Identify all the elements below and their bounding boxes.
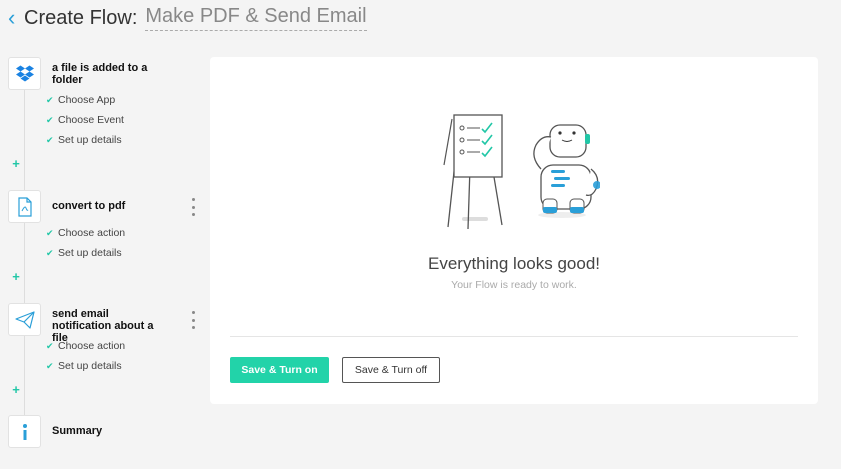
substep-label: Set up details (58, 247, 122, 259)
success-subline: Your Flow is ready to work. (451, 279, 577, 291)
flow-name-field[interactable]: Make PDF & Send Email (145, 5, 367, 31)
step-icon-box[interactable] (8, 303, 41, 336)
step-icon-box[interactable] (8, 415, 41, 448)
check-icon: ✔ (46, 360, 54, 371)
step-title[interactable]: convert to pdf (52, 200, 162, 212)
substep-label: Choose Event (58, 114, 124, 126)
steps-timeline (24, 78, 25, 428)
step-title[interactable]: Summary (52, 425, 162, 437)
substep-set-up-details[interactable]: ✔ Set up details (46, 134, 122, 146)
dropbox-icon (15, 65, 34, 81)
divider (230, 336, 798, 337)
substep-set-up-details[interactable]: ✔ Set up details (46, 360, 122, 372)
substep-choose-event[interactable]: ✔ Choose Event (46, 114, 124, 126)
robot-icon (533, 124, 600, 218)
main-card: Everything looks good! Your Flow is read… (210, 57, 818, 404)
check-icon: ✔ (46, 247, 54, 258)
substep-label: Set up details (58, 134, 122, 146)
check-icon: ✔ (46, 134, 54, 145)
substep-label: Choose action (58, 227, 126, 239)
success-headline: Everything looks good! (428, 254, 600, 273)
back-chevron-icon[interactable]: ‹ (8, 7, 22, 29)
info-icon (22, 423, 27, 440)
page-title: Create Flow: (24, 6, 138, 29)
substep-label: Choose App (58, 94, 116, 106)
step-icon-box[interactable] (8, 57, 41, 90)
add-step-plus-icon[interactable]: + (11, 383, 21, 396)
robot-checklist-illustration (443, 114, 600, 230)
step-title[interactable]: a file is added to a folder (52, 62, 162, 86)
step-menu-kebab-icon[interactable] (189, 311, 197, 329)
step-title[interactable]: send email notification about a file (52, 308, 162, 344)
substep-label: Set up details (58, 360, 122, 372)
flipchart-icon (443, 114, 503, 230)
substep-label: Choose action (58, 340, 126, 352)
check-icon: ✔ (46, 114, 54, 125)
save-turn-off-button[interactable]: Save & Turn off (342, 357, 440, 383)
header: ‹ Create Flow: Make PDF & Send Email (8, 4, 367, 32)
substep-choose-action[interactable]: ✔ Choose action (46, 340, 125, 352)
check-icon: ✔ (46, 227, 54, 238)
check-icon: ✔ (46, 340, 54, 351)
step-menu-kebab-icon[interactable] (189, 198, 197, 216)
substep-set-up-details[interactable]: ✔ Set up details (46, 247, 122, 259)
substep-choose-action[interactable]: ✔ Choose action (46, 227, 125, 239)
step-icon-box[interactable] (8, 190, 41, 223)
save-turn-on-button[interactable]: Save & Turn on (230, 357, 329, 383)
pdf-file-icon (17, 196, 32, 217)
paper-plane-icon (14, 310, 35, 329)
add-step-plus-icon[interactable]: + (11, 157, 21, 170)
add-step-plus-icon[interactable]: + (11, 270, 21, 283)
substep-choose-app[interactable]: ✔ Choose App (46, 94, 115, 106)
check-icon: ✔ (46, 94, 54, 105)
